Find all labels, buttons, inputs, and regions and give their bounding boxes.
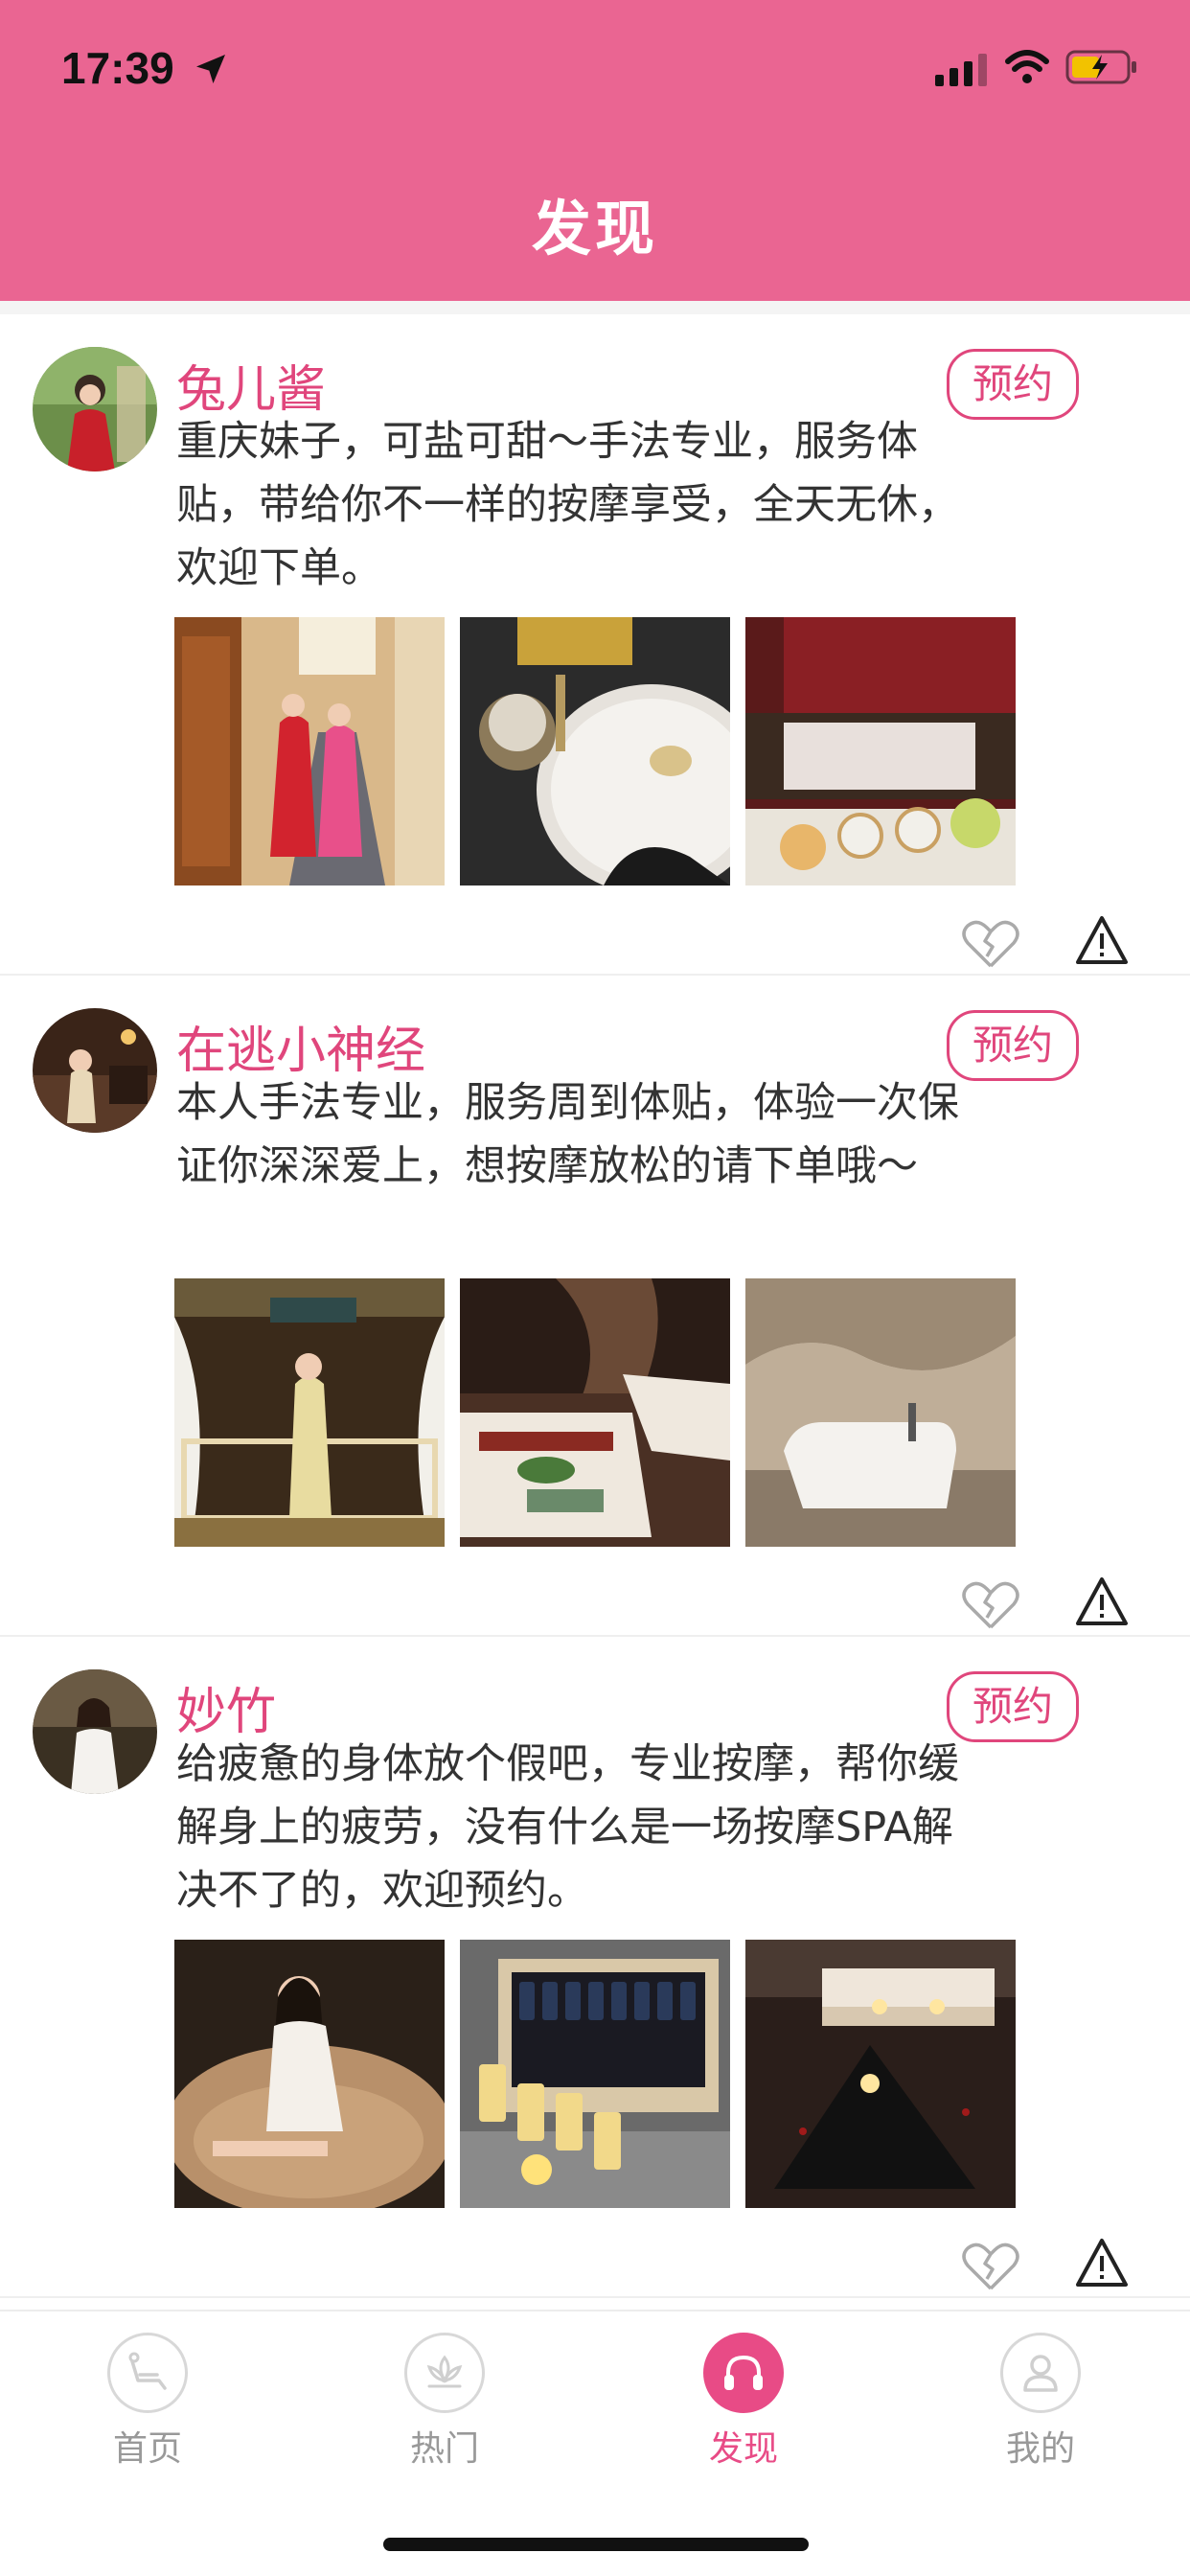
photo-grid [174, 1940, 1018, 2208]
photo-thumbnail[interactable] [745, 617, 1016, 886]
photo-thumbnail[interactable] [460, 1278, 730, 1547]
broken-heart-icon[interactable] [960, 1576, 1021, 1633]
wifi-icon [1005, 50, 1049, 83]
headphones-icon [703, 2333, 784, 2413]
tab-mine[interactable]: 我的 [954, 2333, 1127, 2471]
header: 17:39 发现 [0, 0, 1190, 301]
book-button[interactable]: 预约 [947, 1010, 1079, 1081]
book-button[interactable]: 预约 [947, 349, 1079, 420]
photo-grid [174, 1278, 1018, 1547]
avatar-image [33, 1669, 157, 1794]
photo-thumbnail[interactable] [174, 617, 445, 886]
tab-discover[interactable]: 发现 [657, 2333, 830, 2471]
tab-hot[interactable]: 热门 [358, 2333, 531, 2471]
feed-divider [0, 301, 1190, 314]
status-time: 17:39 [61, 43, 174, 93]
broken-heart-icon[interactable] [960, 2237, 1021, 2294]
photo-grid [174, 617, 1018, 886]
photo-thumbnail[interactable] [745, 1278, 1016, 1547]
avatar[interactable] [33, 1669, 157, 1794]
status-bar: 17:39 [0, 0, 1190, 144]
feed-list[interactable]: 兔儿酱 预约 重庆妹子，可盐可甜～手法专业，服务体贴，带给你不一样的按摩享受，全… [0, 301, 1190, 2319]
photo-thumbnail[interactable] [460, 617, 730, 886]
tab-label: 我的 [1005, 2429, 1075, 2469]
book-button[interactable]: 预约 [947, 1671, 1079, 1742]
lotus-icon [404, 2333, 485, 2413]
photo-thumbnail[interactable] [745, 1940, 1016, 2208]
tab-home[interactable]: 首页 [61, 2333, 234, 2471]
massage-chair-icon [107, 2333, 188, 2413]
report-warning-icon[interactable] [1075, 2237, 1129, 2288]
broken-heart-icon[interactable] [960, 914, 1021, 972]
tab-label: 首页 [112, 2429, 182, 2469]
user-icon [1000, 2333, 1081, 2413]
location-arrow-icon [196, 55, 225, 83]
avatar[interactable] [33, 347, 157, 472]
report-warning-icon[interactable] [1075, 1576, 1129, 1627]
photo-thumbnail[interactable] [174, 1278, 445, 1547]
post-card[interactable]: 兔儿酱 预约 重庆妹子，可盐可甜～手法专业，服务体贴，带给你不一样的按摩享受，全… [0, 314, 1190, 976]
avatar[interactable] [33, 1008, 157, 1133]
report-warning-icon[interactable] [1075, 914, 1129, 966]
photo-thumbnail[interactable] [460, 1940, 730, 2208]
post-card[interactable]: 在逃小神经 预约 本人手法专业，服务周到体贴，体验一次保证你深深爱上，想按摩放松… [0, 976, 1190, 1637]
tab-label: 发现 [708, 2429, 778, 2469]
post-card[interactable]: 妙竹 预约 给疲惫的身体放个假吧，专业按摩，帮你缓解身上的疲劳，没有什么是一场按… [0, 1637, 1190, 2298]
bottom-tab-bar: 首页 热门 发现 我的 [0, 2310, 1190, 2576]
home-indicator [383, 2538, 809, 2551]
avatar-image [33, 347, 157, 472]
photo-thumbnail[interactable] [174, 1940, 445, 2208]
post-description: 本人手法专业，服务周到体贴，体验一次保证你深深爱上，想按摩放松的请下单哦～ [176, 1079, 959, 1190]
post-description: 重庆妹子，可盐可甜～手法专业，服务体贴，带给你不一样的按摩享受，全天无休，欢迎下… [176, 418, 959, 592]
battery-charging-icon [1065, 50, 1136, 84]
post-description: 给疲惫的身体放个假吧，专业按摩，帮你缓解身上的疲劳，没有什么是一场按摩SPA解决… [176, 1740, 959, 1915]
page-title: 发现 [531, 194, 658, 264]
tab-label: 热门 [409, 2429, 479, 2469]
avatar-image [33, 1008, 157, 1133]
cellular-signal-icon [935, 54, 987, 86]
